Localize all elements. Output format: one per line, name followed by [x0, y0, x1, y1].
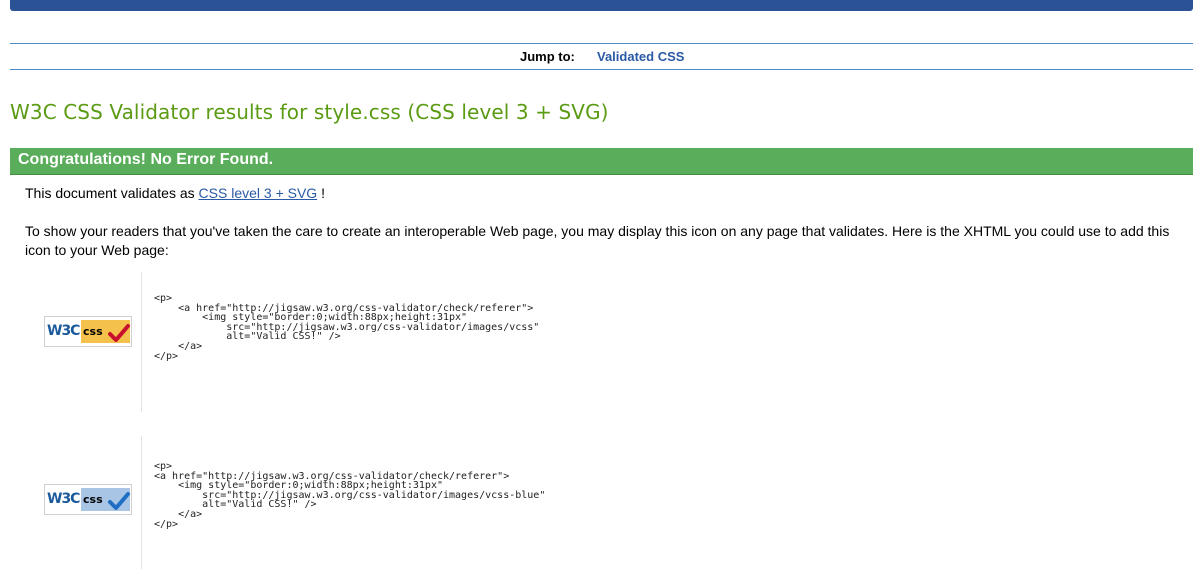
badge-code-snippet: <p> <a href="http://jigsaw.w3.org/css-va… [154, 461, 546, 530]
badge-intro-text: To show your readers that you've taken t… [25, 223, 1170, 258]
badge-css-text: css [83, 493, 103, 506]
badge-code-snippet: <p> <a href="http://jigsaw.w3.org/css-va… [154, 293, 540, 362]
badge-row-blue: W3C css <p> <a href="http://jigsaw.w3.or… [0, 436, 1195, 569]
top-banner-bar [10, 0, 1193, 11]
badge-css-text: css [83, 325, 103, 338]
validated-css-link[interactable]: Validated CSS [597, 49, 684, 64]
valid-css-blue-badge: W3C css [44, 484, 132, 515]
page-title: W3C CSS Validator results for style.css … [10, 100, 609, 124]
success-banner: Congratulations! No Error Found. [10, 148, 1193, 175]
w3c-logo-text: W3C [47, 491, 80, 507]
red-checkmark-icon [108, 324, 130, 342]
badge-row-gold: W3C css <p> <a href="http://jigsaw.w3.or… [0, 272, 1195, 412]
success-message: Congratulations! No Error Found. [18, 151, 274, 168]
blue-checkmark-icon [108, 492, 130, 510]
code-divider [141, 436, 142, 569]
valid-css-gold-badge: W3C css [44, 316, 132, 347]
validation-statement: This document validates as CSS level 3 +… [25, 185, 325, 201]
jump-to-label: Jump to: [520, 49, 575, 64]
code-divider [141, 272, 142, 412]
validates-prefix: This document validates as [25, 185, 195, 201]
css-level-link[interactable]: CSS level 3 + SVG [199, 185, 318, 201]
jump-navigation: Jump to: Validated CSS [10, 43, 1193, 70]
validates-suffix: ! [321, 185, 325, 201]
w3c-logo-text: W3C [47, 323, 80, 339]
